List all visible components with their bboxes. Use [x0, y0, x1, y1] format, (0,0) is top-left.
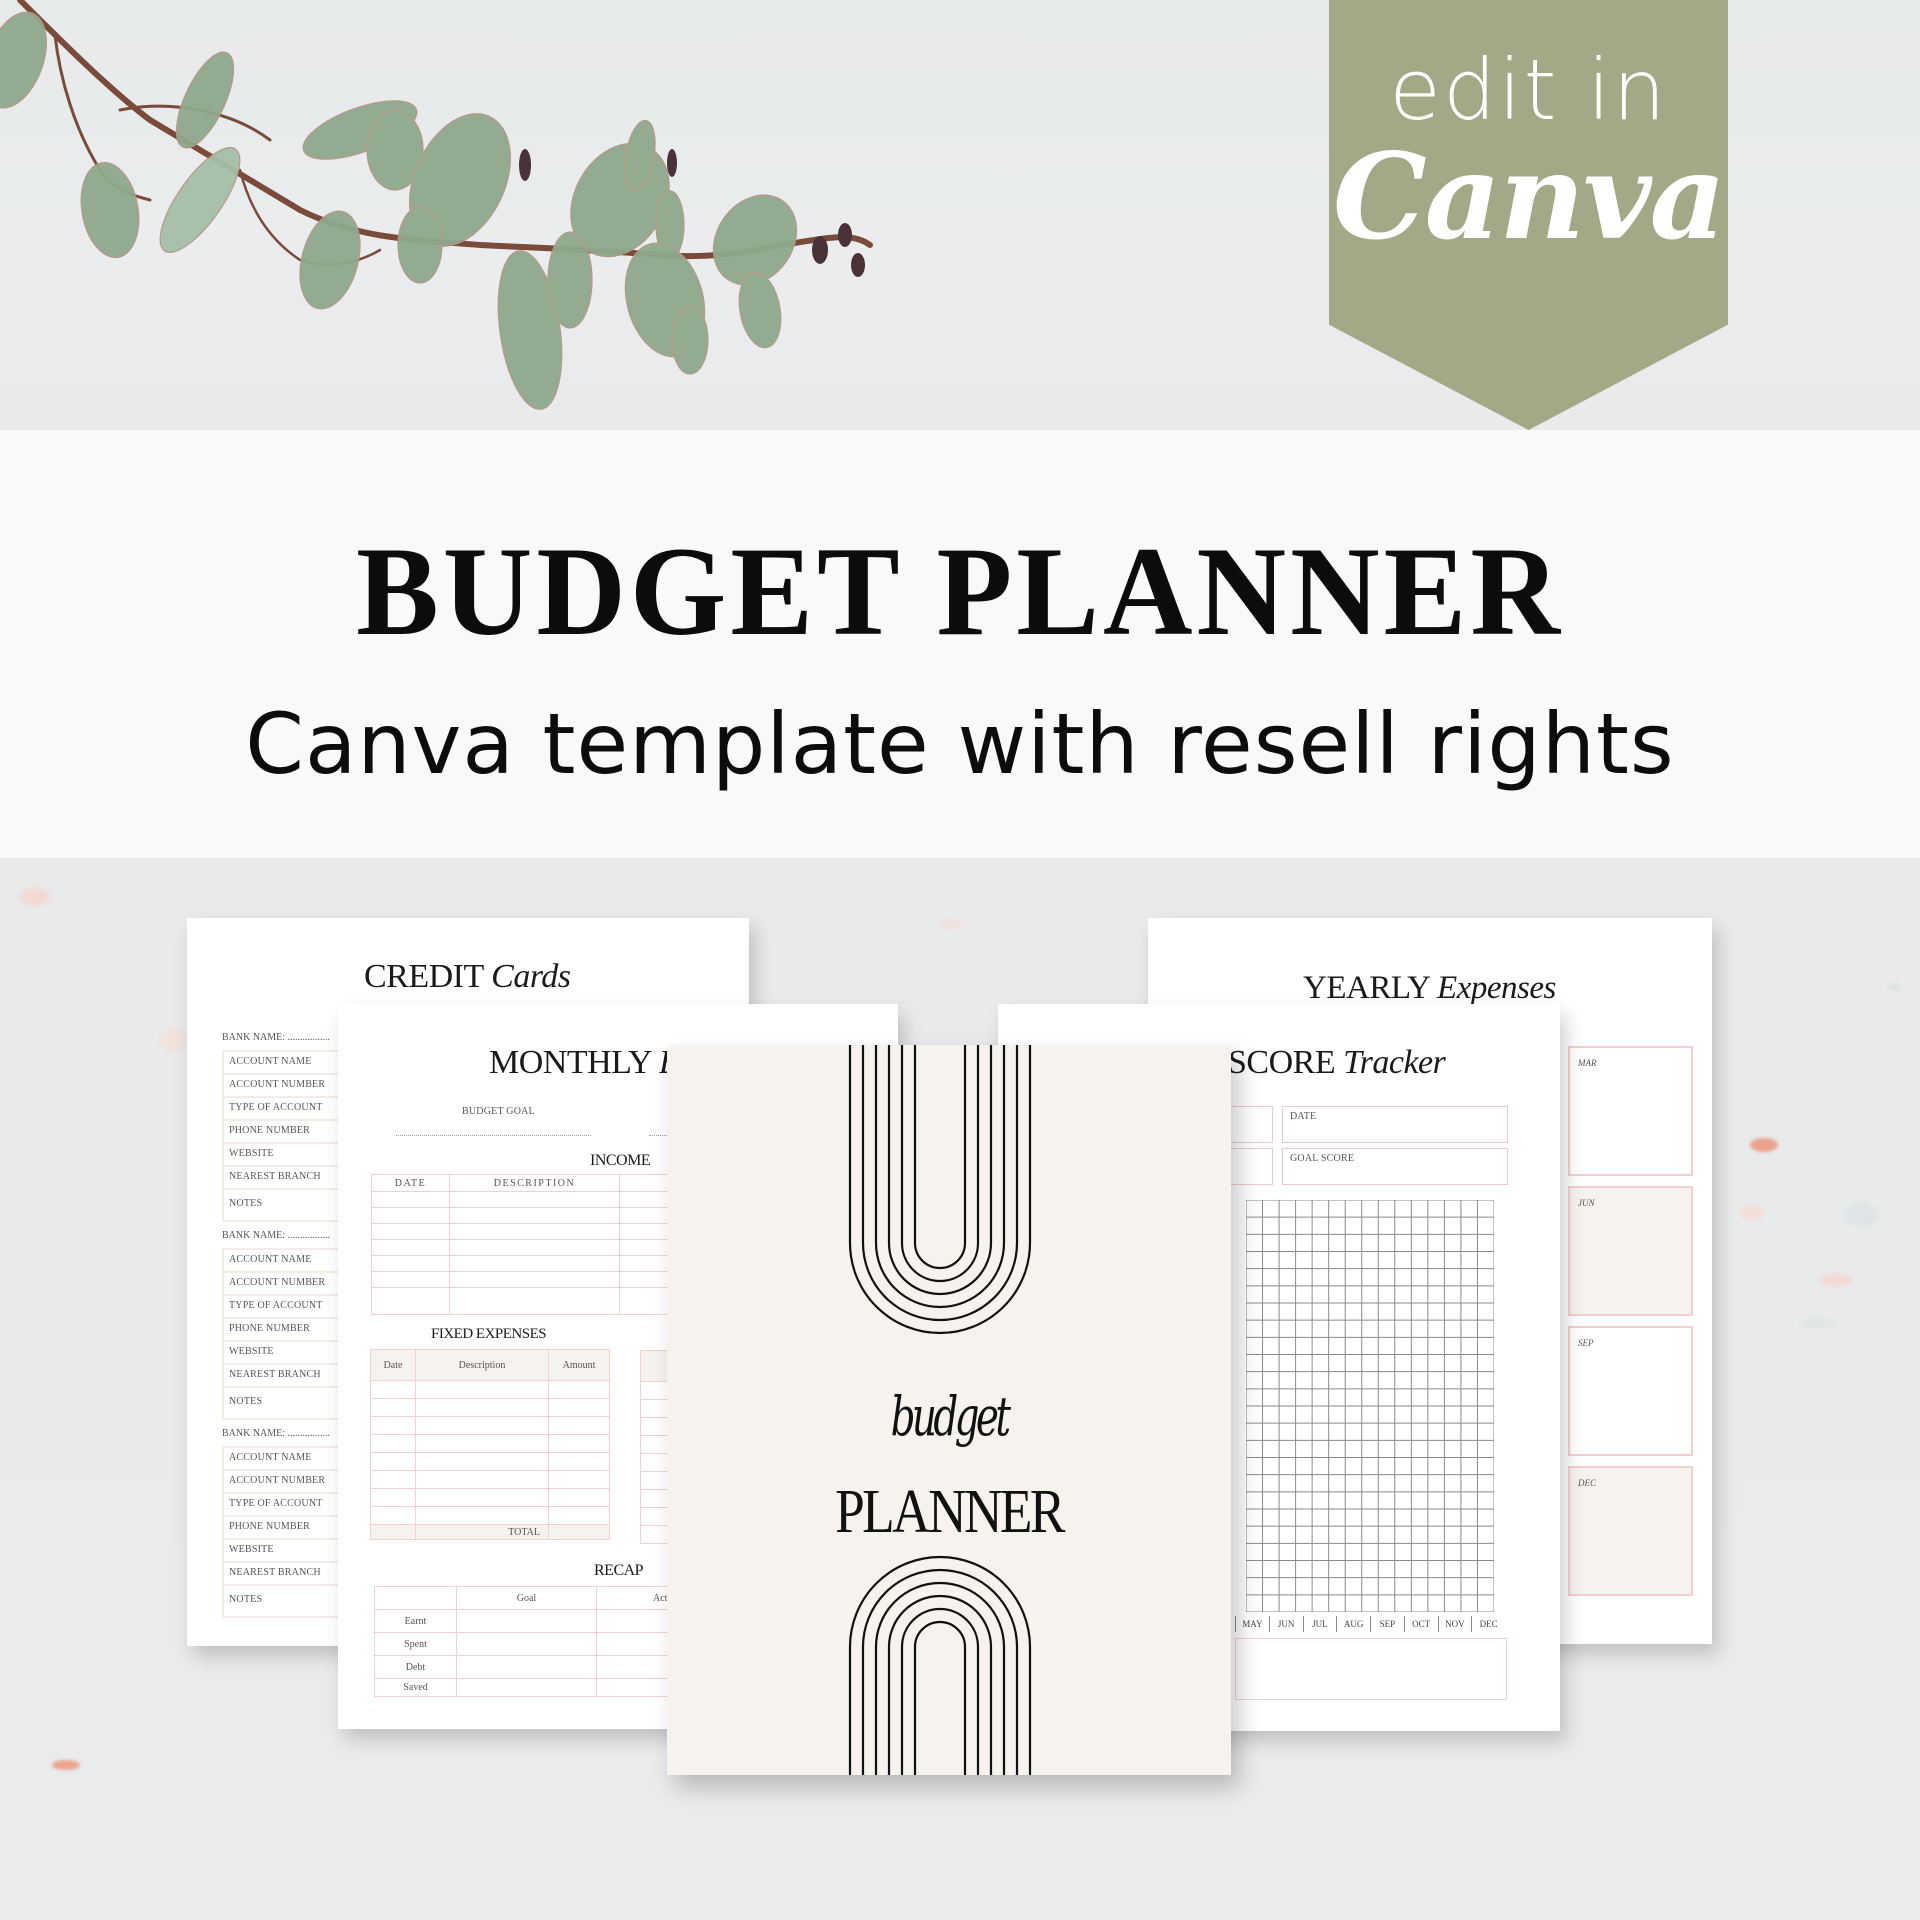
fixed-header-date: Date [370, 1349, 416, 1381]
bank-block: BANK NAME: ................. ACCOUNT NAM… [222, 1426, 342, 1618]
field-label: NOTES [222, 1190, 342, 1222]
bank-name-label: BANK NAME: ................. [222, 1230, 331, 1241]
field-label: NEAREST BRANCH [222, 1167, 342, 1190]
recap-header-goal: Goal [456, 1586, 597, 1610]
arch-ornament-bottom [848, 1555, 1032, 1775]
income-header-date: DATE [371, 1174, 450, 1192]
field-label: ACCOUNT NUMBER [222, 1273, 342, 1296]
score-notes-box [1235, 1638, 1507, 1700]
table-row [370, 1416, 610, 1435]
score-tracker-title: SCORE Tracker [1228, 1044, 1446, 1081]
field-label: PHONE NUMBER [222, 1517, 342, 1540]
recap-row-label: Earnt [374, 1609, 457, 1633]
field-label: WEBSITE [222, 1342, 342, 1365]
month-label: NOV [1437, 1616, 1472, 1632]
field-label: TYPE OF ACCOUNT [222, 1296, 342, 1319]
bank-block: BANK NAME: ................. ACCOUNT NAM… [222, 1030, 342, 1222]
table-row [370, 1488, 610, 1507]
recap-title: RECAP [594, 1562, 644, 1579]
fixed-header-description: Description [415, 1349, 549, 1381]
bank-name-label: BANK NAME: ................. [222, 1428, 331, 1439]
total-row: TOTAL [370, 1524, 610, 1540]
decor-speck [1750, 1138, 1778, 1152]
field-label: ACCOUNT NAME [222, 1052, 342, 1075]
total-label: TOTAL [415, 1524, 549, 1540]
month-label: JUL [1302, 1616, 1337, 1632]
month-label: JUN [1268, 1616, 1303, 1632]
decor-speck [1800, 1318, 1834, 1328]
field-label: ACCOUNT NAME [222, 1250, 342, 1273]
month-box-mar: MAR [1568, 1046, 1693, 1176]
table-row [370, 1506, 610, 1525]
bank-name-label: BANK NAME: ................. [222, 1032, 331, 1043]
score-month-axis: MAY JUN JUL AUG SEP OCT NOV DEC [1235, 1616, 1505, 1632]
bank-block: BANK NAME: ................. ACCOUNT NAM… [222, 1228, 342, 1420]
fixed-expenses-title: FIXED EXPENSES [431, 1326, 547, 1342]
recap-header-blank [374, 1586, 457, 1610]
budget-goal-label: BUDGET GOAL [462, 1106, 535, 1117]
goal-score-field: GOAL SCORE [1282, 1148, 1508, 1185]
cover-script-title: budget [890, 1385, 1011, 1448]
table-row [370, 1398, 610, 1417]
cover-main-title: PLANNER [835, 1478, 1065, 1546]
score-graph-grid [1246, 1200, 1494, 1612]
table-row [370, 1452, 610, 1471]
field-label: ACCOUNT NUMBER [222, 1471, 342, 1494]
decor-speck [1740, 1206, 1764, 1220]
product-title: BUDGET PLANNER [356, 520, 1564, 663]
field-label: PHONE NUMBER [222, 1319, 342, 1342]
decor-speck [940, 918, 962, 930]
eucalyptus-branch-illustration [0, 0, 873, 410]
field-label: NEAREST BRANCH [222, 1563, 342, 1586]
income-header-description: DESCRIPTION [449, 1174, 620, 1192]
table-row [370, 1434, 610, 1453]
score-field-blank [1230, 1148, 1273, 1185]
field-label: NOTES [222, 1586, 342, 1618]
income-title: INCOME [590, 1152, 651, 1169]
title-banner: BUDGET PLANNER Canva template with resel… [0, 430, 1920, 858]
decor-speck [1820, 1273, 1852, 1287]
fixed-header-amount: Amount [548, 1349, 610, 1381]
monthly-budget-title: MONTHLY Ba [489, 1044, 696, 1081]
budget-goal-line [396, 1135, 591, 1136]
field-label: NEAREST BRANCH [222, 1365, 342, 1388]
field-label: NOTES [222, 1388, 342, 1420]
decor-speck [1845, 1203, 1879, 1227]
decor-speck [52, 1760, 80, 1770]
product-subtitle: Canva template with resell rights [245, 695, 1675, 793]
fixed-expenses-table: Date Description Amount TOTAL [370, 1349, 610, 1540]
field-label: TYPE OF ACCOUNT [222, 1098, 342, 1121]
badge-line1: edit in [1389, 41, 1668, 139]
month-label: DEC [1471, 1616, 1505, 1632]
recap-row-label: Debt [374, 1655, 457, 1679]
month-label: MAY [1235, 1616, 1269, 1632]
arch-ornament-top [848, 1045, 1032, 1335]
score-field-blank [1230, 1106, 1273, 1143]
month-box-jun: JUN [1568, 1186, 1693, 1316]
table-row [370, 1470, 610, 1489]
yearly-expenses-title: YEARLY Expenses [1303, 970, 1556, 1006]
field-label: TYPE OF ACCOUNT [222, 1494, 342, 1517]
decor-speck [160, 1028, 188, 1052]
field-label: WEBSITE [222, 1540, 342, 1563]
month-label: AUG [1336, 1616, 1370, 1632]
month-box-sep: SEP [1568, 1326, 1693, 1456]
month-box-dec: DEC [1568, 1466, 1693, 1596]
month-label: SEP [1370, 1616, 1404, 1632]
month-label: OCT [1403, 1616, 1438, 1632]
table-row [370, 1380, 610, 1399]
recap-row-label: Spent [374, 1632, 457, 1656]
date-field: DATE [1282, 1106, 1508, 1143]
decor-speck [1888, 983, 1900, 991]
budget-planner-cover: budget PLANNER [667, 1045, 1231, 1775]
recap-row-label: Saved [374, 1678, 457, 1697]
badge-canva-wordmark: Canva [1332, 127, 1726, 266]
credit-cards-title: CREDIT Cards [364, 958, 571, 995]
decor-speck [20, 888, 50, 906]
field-label: ACCOUNT NUMBER [222, 1075, 342, 1098]
field-label: PHONE NUMBER [222, 1121, 342, 1144]
field-label: WEBSITE [222, 1144, 342, 1167]
field-label: ACCOUNT NAME [222, 1448, 342, 1471]
